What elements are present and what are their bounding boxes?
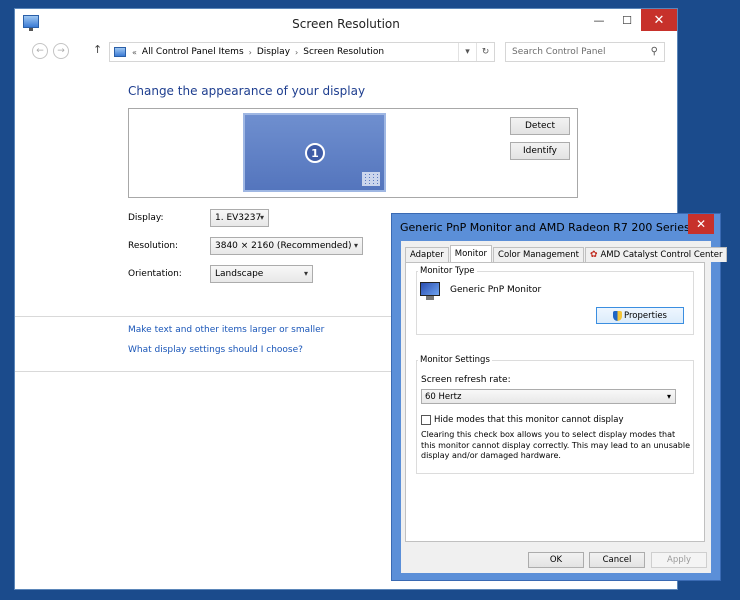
display-label: Display: [128, 213, 164, 223]
up-button[interactable]: ↑ [93, 43, 102, 56]
breadcrumb-screen-resolution[interactable]: Screen Resolution [303, 47, 384, 57]
hide-modes-description: Clearing this check box allows you to se… [421, 430, 690, 460]
dialog-close-button[interactable]: ✕ [688, 214, 714, 234]
resolution-select[interactable]: 3840 × 2160 (Recommended) ▾ [210, 237, 363, 255]
hide-modes-checkbox[interactable] [421, 415, 431, 425]
display-select[interactable]: 1. EV3237 ▾ [210, 209, 269, 227]
breadcrumb-prefix[interactable]: « [132, 48, 137, 57]
window-controls: — ☐ ✕ [585, 9, 677, 31]
text-size-link[interactable]: Make text and other items larger or smal… [128, 325, 324, 335]
detect-button[interactable]: Detect [510, 117, 570, 135]
window-title: Screen Resolution [292, 17, 400, 31]
tab-amd-label: AMD Catalyst Control Center [600, 250, 723, 260]
chevron-down-icon: ▾ [303, 269, 308, 278]
display-select-value: 1. EV3237 [215, 213, 262, 223]
breadcrumb-separator: › [295, 47, 299, 57]
refresh-rate-select[interactable]: 60 Hertz ▾ [421, 389, 676, 404]
breadcrumb-separator: › [248, 47, 252, 57]
orientation-label: Orientation: [128, 269, 182, 279]
maximize-button[interactable]: ☐ [613, 9, 641, 31]
ok-button[interactable]: OK [528, 552, 584, 568]
title-bar: Screen Resolution — ☐ ✕ [15, 9, 677, 39]
refresh-rate-value: 60 Hertz [425, 391, 462, 402]
dialog-title: Generic PnP Monitor and AMD Radeon R7 20… [400, 221, 696, 234]
resolution-label: Resolution: [128, 241, 179, 251]
refresh-icon[interactable]: ↻ [476, 43, 494, 61]
monitor-tab-panel: Monitor Type Generic PnP Monitor Propert… [405, 262, 705, 542]
amd-icon: ✿ [589, 250, 598, 260]
close-button[interactable]: ✕ [641, 9, 677, 31]
properties-button-label: Properties [624, 310, 667, 321]
hide-modes-label[interactable]: Hide modes that this monitor cannot disp… [434, 415, 624, 425]
address-bar[interactable]: « All Control Panel Items › Display › Sc… [109, 42, 495, 62]
navigation-bar: ← → ↑ « All Control Panel Items › Displa… [15, 39, 677, 65]
search-placeholder: Search Control Panel [512, 47, 606, 57]
orientation-select-value: Landscape [215, 269, 264, 279]
monitor-settings-label: Monitor Settings [418, 355, 492, 365]
address-actions: ▾ ↻ [458, 43, 494, 61]
monitor-icon [420, 282, 440, 300]
tab-strip: Adapter Monitor Color Management ✿ AMD C… [405, 245, 728, 262]
chevron-down-icon: ▾ [353, 241, 358, 250]
identify-button[interactable]: Identify [510, 142, 570, 160]
control-panel-icon [114, 47, 126, 57]
display-preview: 1 Detect Identify [128, 108, 578, 198]
monitor-thumbnail[interactable]: 1 [243, 113, 386, 192]
minimize-button[interactable]: — [585, 9, 613, 31]
forward-button[interactable]: → [53, 43, 69, 59]
chevron-down-icon: ▾ [259, 213, 264, 222]
monitor-name: Generic PnP Monitor [450, 285, 542, 295]
monitor-type-group [416, 271, 694, 335]
apply-button[interactable]: Apply [651, 552, 707, 568]
orientation-select[interactable]: Landscape ▾ [210, 265, 313, 283]
address-dropdown-icon[interactable]: ▾ [458, 43, 476, 61]
dialog-body: Adapter Monitor Color Management ✿ AMD C… [401, 241, 728, 573]
search-input[interactable]: Search Control Panel ⚲ [505, 42, 665, 62]
resolution-select-value: 3840 × 2160 (Recommended) [215, 241, 352, 251]
monitor-type-label: Monitor Type [418, 266, 477, 276]
tab-monitor[interactable]: Monitor [449, 245, 493, 262]
properties-button[interactable]: Properties [596, 307, 684, 324]
page-title: Change the appearance of your display [128, 84, 366, 98]
back-button[interactable]: ← [32, 43, 48, 59]
monitor-properties-dialog: Generic PnP Monitor and AMD Radeon R7 20… [391, 213, 728, 581]
monitor-number-badge: 1 [305, 143, 325, 163]
tab-amd-catalyst[interactable]: ✿ AMD Catalyst Control Center [584, 247, 728, 262]
shield-icon [613, 310, 623, 321]
taskbar-grid-icon [362, 172, 380, 186]
tab-color-management[interactable]: Color Management [493, 247, 584, 262]
tab-adapter[interactable]: Adapter [405, 247, 449, 262]
display-settings-link[interactable]: What display settings should I choose? [128, 345, 303, 355]
cancel-button[interactable]: Cancel [589, 552, 645, 568]
search-icon[interactable]: ⚲ [651, 46, 658, 57]
chevron-down-icon: ▾ [666, 392, 671, 401]
breadcrumb-display[interactable]: Display [257, 47, 290, 57]
breadcrumb-all-items[interactable]: All Control Panel Items [142, 47, 244, 57]
refresh-rate-label: Screen refresh rate: [421, 375, 511, 385]
